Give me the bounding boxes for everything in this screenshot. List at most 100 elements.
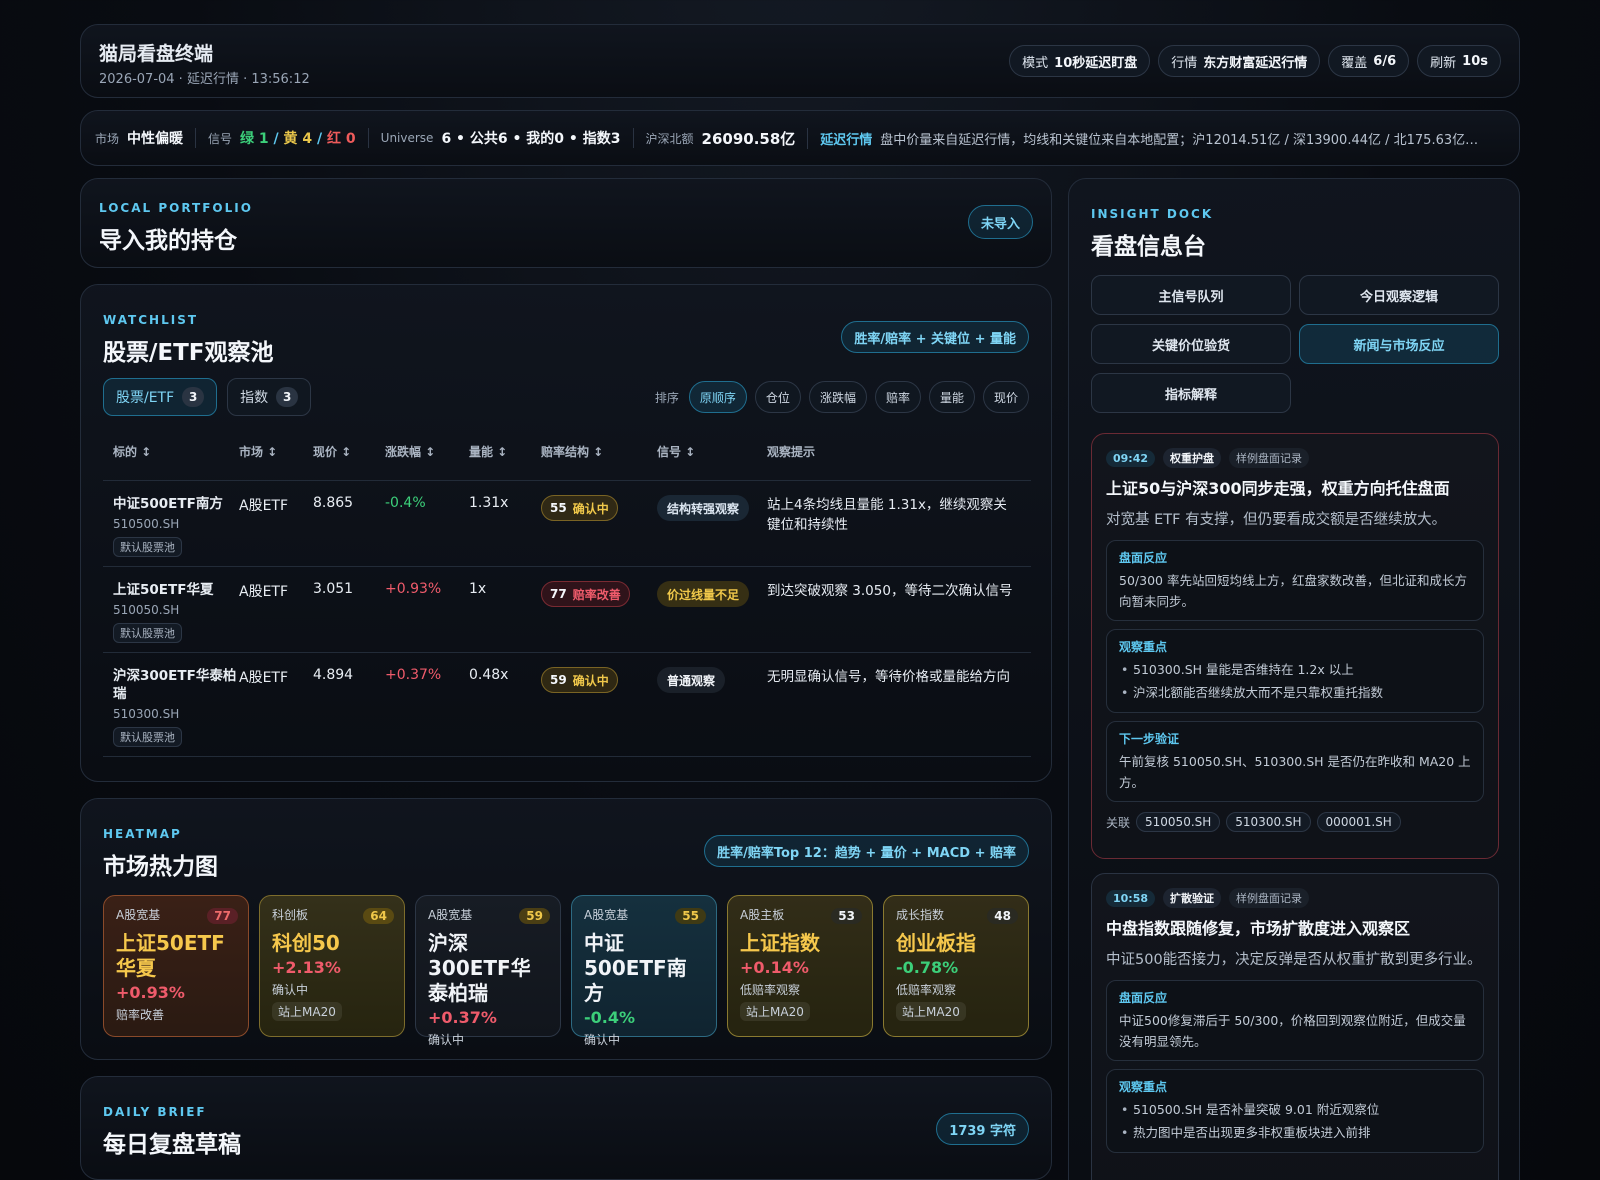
observation-note: 站上4条均线且量能 1.31x，继续观察关键位和持续性 xyxy=(767,497,1007,533)
signal-badge: 结构转强观察 xyxy=(657,495,750,521)
block-text: 50/300 率先站回短均线上方，红盘家数改善，但北证和成长方向暂未同步。 xyxy=(1119,573,1467,609)
delay-label: 延迟行情 xyxy=(820,132,873,148)
sort-odds-button[interactable]: 赔率 xyxy=(874,381,921,413)
daily-brief-panel: DAILY BRIEF 每日复盘草稿 1739 字符 xyxy=(80,1076,1052,1180)
watchlist-panel: WATCHLIST 股票/ETF观察池 胜率/赔率 + 关键位 + 量能 股票/… xyxy=(80,284,1052,782)
signal-counts: 绿 1 / 黄 4 / 红 0 xyxy=(240,128,356,148)
card-ma-tag: 站上MA20 xyxy=(896,1002,966,1021)
related-ticker-chip[interactable]: 510300.SH xyxy=(1226,812,1311,832)
header-chips: 模式 10秒延迟盯盘 行情 东方财富延迟行情 覆盖 6/6 刷新 10s xyxy=(1009,45,1501,77)
table-row[interactable]: 中证500ETF南方 510500.SH 默认股票池 A股ETF 8.865 -0.… xyxy=(103,481,1031,567)
sort-original-button[interactable]: 原顺序 xyxy=(688,381,747,413)
card-change: -0.4% xyxy=(584,1008,636,1027)
insight-card[interactable]: 09:42 权重护盘 样例盘面记录 上证50与沪深300同步走强，权重方向托住盘… xyxy=(1091,433,1499,859)
heatmap-card[interactable]: 成长指数 48 创业板指 -0.78% 低赔率观察 站上MA20 xyxy=(883,895,1029,1037)
sort-price-button[interactable]: 现价 xyxy=(982,381,1029,413)
card-status: 低赔率观察 xyxy=(896,983,957,997)
change-cell: +0.93% xyxy=(385,581,442,597)
table-header: 标的 ↕ 市场 ↕ 现价 ↕ 涨跌幅 ↕ 量能 ↕ 赔率结构 ↕ 信号 ↕ 观察… xyxy=(103,431,1031,481)
section-title: 市场热力图 xyxy=(103,854,218,880)
card-score: 48 xyxy=(987,908,1018,924)
indicator-help-button[interactable]: 指标解释 xyxy=(1091,373,1291,413)
insight-card[interactable]: 10:58 扩散验证 样例盘面记录 中盘指数跟随修复，市场扩散度进入观察区 中证… xyxy=(1091,873,1499,1180)
table-row[interactable]: 上证50ETF华夏 510050.SH 默认股票池 A股ETF 3.051 +0.9… xyxy=(103,567,1031,653)
sort-change-button[interactable]: 涨跌幅 xyxy=(808,381,867,413)
coverage-chip[interactable]: 覆盖 6/6 xyxy=(1328,45,1410,77)
section-eyebrow: HEATMAP xyxy=(103,827,182,841)
related-ticker-chip[interactable]: 510050.SH xyxy=(1136,812,1221,832)
odds-score: 77 xyxy=(550,587,567,601)
heatmap-card[interactable]: A股宽基 55 中证500ETF南方 -0.4% 确认中 xyxy=(571,895,717,1047)
card-status: 确认中 xyxy=(272,983,309,997)
related-label: 关联 xyxy=(1106,815,1131,830)
col-volume[interactable]: 量能 ↕ xyxy=(469,443,541,460)
heatmap-method-tag: 胜率/赔率Top 12：趋势 + 量价 + MACD + 赔率 xyxy=(704,835,1029,867)
heatmap-card[interactable]: A股主板 53 上证指数 +0.14% 低赔率观察 站上MA20 xyxy=(727,895,873,1037)
ticker-name: 上证50ETF华夏 xyxy=(113,582,214,598)
card-score: 77 xyxy=(207,908,238,924)
signal-yellow-count: 黄 4 xyxy=(283,131,313,147)
card-change: -0.78% xyxy=(896,958,959,977)
status-value: 26090.58亿 xyxy=(701,129,796,148)
status-label: 沪深北额 xyxy=(645,131,694,146)
focus-block: 观察重点 510500.SH 是否补量突破 9.01 附近观察位 热力图中是否出… xyxy=(1106,1069,1484,1153)
chip-key: 模式 xyxy=(1022,55,1049,71)
refresh-chip[interactable]: 刷新 10s xyxy=(1417,45,1501,77)
col-market[interactable]: 市场 ↕ xyxy=(239,443,313,460)
section-title: 导入我的持仓 xyxy=(99,228,237,254)
card-name: 中证500ETF南方 xyxy=(584,931,687,1005)
sort-position-button[interactable]: 仓位 xyxy=(754,381,801,413)
reaction-block: 盘面反应 50/300 率先站回短均线上方，红盘家数改善，但北证和成长方向暂未同… xyxy=(1106,540,1484,621)
tab-label: 股票/ETF xyxy=(116,390,175,406)
card-status: 确认中 xyxy=(428,1033,465,1047)
col-signal[interactable]: 信号 ↕ xyxy=(657,443,765,460)
card-score: 59 xyxy=(519,908,550,924)
quote-source-chip[interactable]: 行情 东方财富延迟行情 xyxy=(1158,45,1321,77)
block-heading: 观察重点 xyxy=(1119,1080,1168,1094)
tab-stocks-etf[interactable]: 股票/ETF 3 xyxy=(103,378,218,416)
chip-key: 覆盖 xyxy=(1341,55,1368,71)
top-header: 猫局看盘终端 2026-07-04 · 延迟行情 · 13:56:12 模式 10… xyxy=(80,24,1520,98)
card-score: 64 xyxy=(363,908,394,924)
price-cell: 3.051 xyxy=(313,581,354,597)
odds-label: 确认中 xyxy=(572,501,609,516)
pool-tag: 默认股票池 xyxy=(113,623,182,643)
col-ticker[interactable]: 标的 ↕ xyxy=(103,443,239,460)
insight-time: 09:42 xyxy=(1106,449,1156,467)
insight-time: 10:58 xyxy=(1106,889,1156,907)
watchlist-method-tag: 胜率/赔率 + 关键位 + 量能 xyxy=(841,321,1029,353)
market-cell: A股ETF xyxy=(239,670,289,686)
tab-index[interactable]: 指数 3 xyxy=(227,378,312,416)
market-mood: 市场 中性偏暖 xyxy=(95,128,197,148)
change-cell: +0.37% xyxy=(385,667,442,683)
ticker-code: 510500.SH xyxy=(113,517,180,531)
char-count-badge: 1739 字符 xyxy=(936,1113,1029,1145)
odds-badge: 77 赔率改善 xyxy=(541,581,630,607)
heatmap-card[interactable]: A股宽基 59 沪深300ETF华泰柏瑞 +0.37% 确认中 xyxy=(415,895,561,1047)
card-change: +0.37% xyxy=(428,1008,497,1027)
heatmap-card[interactable]: A股宽基 77 上证50ETF华夏 +0.93% 赔率改善 xyxy=(103,895,249,1037)
col-price[interactable]: 现价 ↕ xyxy=(313,443,385,460)
key-level-button[interactable]: 关键价位验货 xyxy=(1091,324,1291,364)
news-reaction-button[interactable]: 新闻与市场反应 xyxy=(1299,324,1499,364)
focus-item: 热力图中是否出现更多非权重板块进入前排 xyxy=(1119,1121,1471,1144)
col-change[interactable]: 涨跌幅 ↕ xyxy=(385,443,469,460)
sort-controls: 排序 原顺序 仓位 涨跌幅 赔率 量能 现价 xyxy=(655,381,1029,413)
sort-volume-button[interactable]: 量能 xyxy=(928,381,975,413)
heatmap-card[interactable]: 科创板 64 科创50 +2.13% 确认中 站上MA20 xyxy=(259,895,405,1037)
app-title: 猫局看盘终端 xyxy=(99,43,214,65)
section-eyebrow: LOCAL PORTFOLIO xyxy=(99,201,253,215)
related-ticker-chip[interactable]: 000001.SH xyxy=(1316,812,1401,832)
import-status-badge[interactable]: 未导入 xyxy=(967,205,1033,239)
signal-queue-button[interactable]: 主信号队列 xyxy=(1091,275,1291,315)
card-ma-tag: 站上MA20 xyxy=(272,1002,342,1021)
insight-kind: 权重护盘 xyxy=(1163,448,1222,468)
col-odds[interactable]: 赔率结构 ↕ xyxy=(541,443,657,460)
insight-kind: 扩散验证 xyxy=(1163,888,1222,908)
universe-summary: Universe 6 • 公共6 • 我的0 • 指数3 xyxy=(381,128,634,148)
today-logic-button[interactable]: 今日观察逻辑 xyxy=(1299,275,1499,315)
ticker-code: 510050.SH xyxy=(113,603,180,617)
signal-badge: 普通观察 xyxy=(657,667,726,693)
table-row[interactable]: 沪深300ETF华泰柏瑞 510300.SH 默认股票池 A股ETF 4.894 +… xyxy=(103,653,1031,757)
mode-chip[interactable]: 模式 10秒延迟盯盘 xyxy=(1009,45,1151,77)
